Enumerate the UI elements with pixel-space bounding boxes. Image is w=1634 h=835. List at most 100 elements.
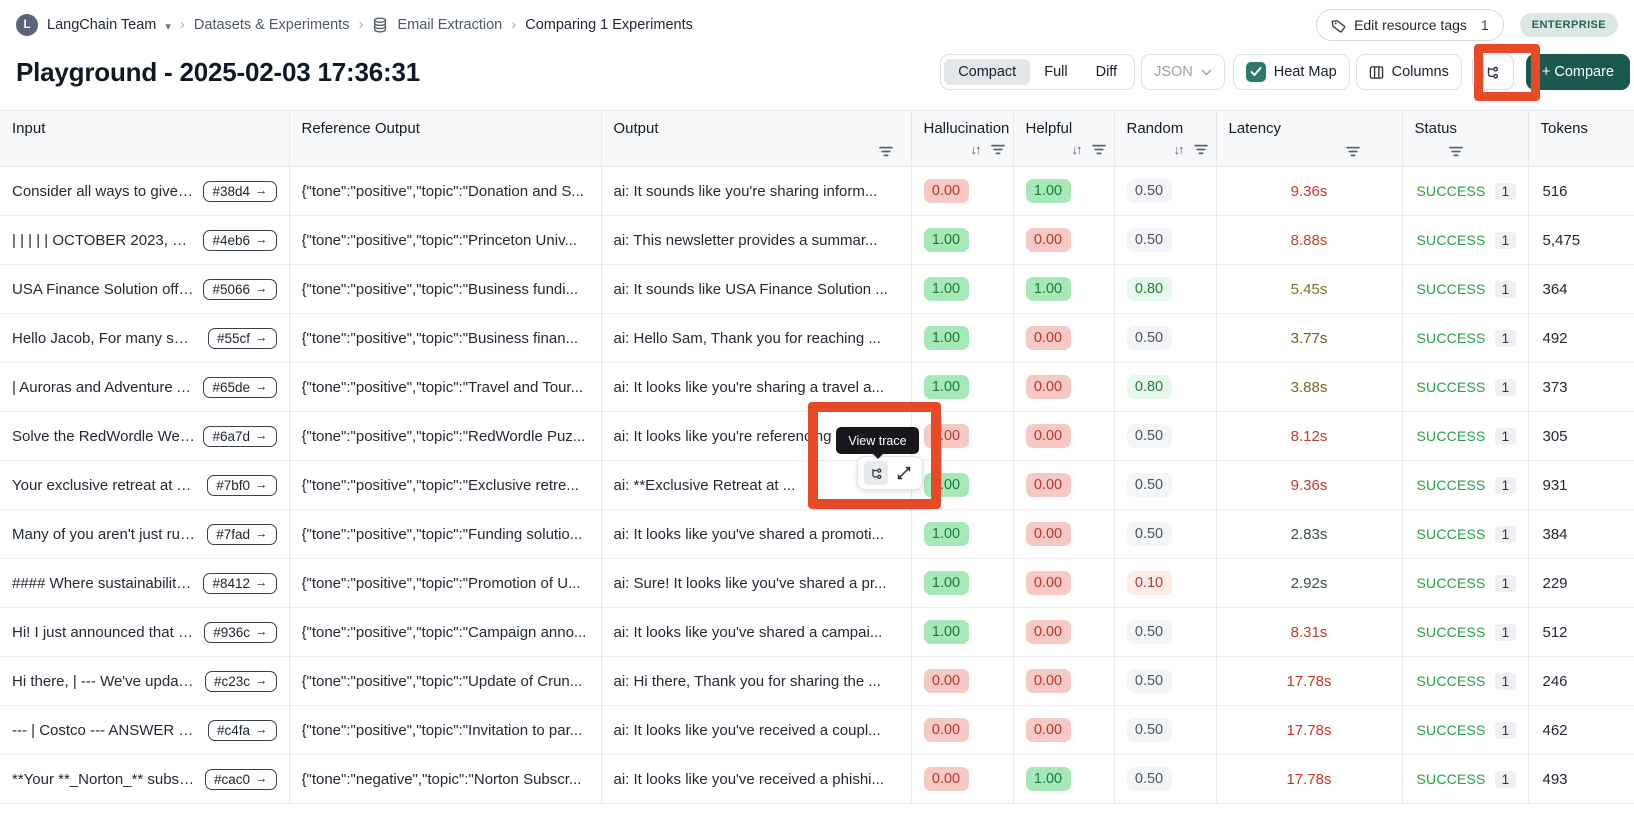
latency-cell[interactable]: 2.83s <box>1216 510 1402 559</box>
output-cell[interactable]: ai: It looks like you've received a coup… <box>601 706 911 755</box>
latency-cell[interactable]: 17.78s <box>1216 657 1402 706</box>
reference-output-cell[interactable]: {"tone":"positive","topic":"Travel and T… <box>289 363 601 412</box>
example-chip[interactable]: #55cf→ <box>208 328 277 349</box>
output-cell[interactable]: ai: It looks like you've shared a promot… <box>601 510 911 559</box>
reference-output-cell[interactable]: {"tone":"positive","topic":"Princeton Un… <box>289 216 601 265</box>
random-cell[interactable]: 0.50 <box>1114 755 1216 804</box>
table-row[interactable]: Consider all ways to give to...#38d4→{"t… <box>0 167 1634 216</box>
hallucination-cell[interactable]: 1.00 <box>911 314 1013 363</box>
status-cell[interactable]: SUCCESS1 <box>1402 755 1528 804</box>
example-chip[interactable]: #c23c→ <box>205 671 277 692</box>
status-cell[interactable]: SUCCESS1 <box>1402 559 1528 608</box>
filter-icon[interactable] <box>879 146 893 157</box>
hallucination-cell[interactable]: 1.00 <box>911 461 1013 510</box>
view-mode-full[interactable]: Full <box>1030 59 1081 85</box>
example-chip[interactable]: #cac0→ <box>205 769 277 790</box>
expand-row-button[interactable] <box>892 461 916 485</box>
columns-button[interactable]: Columns <box>1356 54 1462 90</box>
status-cell[interactable]: SUCCESS1 <box>1402 265 1528 314</box>
helpful-cell[interactable]: 0.00 <box>1013 314 1114 363</box>
chevron-down-icon[interactable]: ▾ <box>165 20 171 33</box>
breadcrumb-dataset[interactable]: Email Extraction <box>397 17 502 33</box>
status-cell[interactable]: SUCCESS1 <box>1402 216 1528 265</box>
helpful-cell[interactable]: 1.00 <box>1013 755 1114 804</box>
table-row[interactable]: | Auroras and Adventure A...#65de→{"tone… <box>0 363 1634 412</box>
filter-icon[interactable] <box>1194 144 1208 155</box>
hallucination-cell[interactable]: 0.00 <box>911 412 1013 461</box>
filter-icon[interactable] <box>1449 146 1463 157</box>
example-chip[interactable]: #7fad→ <box>207 524 276 545</box>
example-chip[interactable]: #6a7d→ <box>203 426 276 447</box>
latency-cell[interactable]: 5.45s <box>1216 265 1402 314</box>
example-chip[interactable]: #8412→ <box>203 573 276 594</box>
helpful-cell[interactable]: 0.00 <box>1013 461 1114 510</box>
sort-icon[interactable]: ↓↑ <box>971 142 980 157</box>
status-cell[interactable]: SUCCESS1 <box>1402 510 1528 559</box>
latency-cell[interactable]: 8.88s <box>1216 216 1402 265</box>
random-cell[interactable]: 0.50 <box>1114 706 1216 755</box>
helpful-cell[interactable]: 0.00 <box>1013 706 1114 755</box>
view-mode-compact[interactable]: Compact <box>944 59 1030 85</box>
example-chip[interactable]: #38d4→ <box>203 181 276 202</box>
random-cell[interactable]: 0.10 <box>1114 559 1216 608</box>
example-chip[interactable]: #5066→ <box>203 279 276 300</box>
table-row[interactable]: | | | | | OCTOBER 2023, VOL...#4eb6→{"to… <box>0 216 1634 265</box>
random-cell[interactable]: 0.50 <box>1114 412 1216 461</box>
table-row[interactable]: Hello Jacob, For many small...#55cf→{"to… <box>0 314 1634 363</box>
example-chip[interactable]: #c4fa→ <box>208 720 277 741</box>
table-row[interactable]: #### Where sustainability ...#8412→{"ton… <box>0 559 1634 608</box>
hallucination-cell[interactable]: 0.00 <box>911 706 1013 755</box>
table-row[interactable]: Solve the RedWordle We kn...#6a7d→{"tone… <box>0 412 1634 461</box>
input-cell[interactable]: Your exclusive retreat at Th...#7bf0→ <box>0 461 289 510</box>
random-cell[interactable]: 0.50 <box>1114 461 1216 510</box>
output-cell[interactable]: ai: This newsletter provides a summar... <box>601 216 911 265</box>
edit-resource-tags-button[interactable]: Edit resource tags 1 <box>1316 9 1504 41</box>
latency-cell[interactable]: 9.36s <box>1216 461 1402 510</box>
heat-map-toggle[interactable]: Heat Map <box>1233 54 1350 90</box>
output-cell[interactable]: ai: Hi there, Thank you for sharing the … <box>601 657 911 706</box>
org-avatar[interactable]: L <box>16 14 38 36</box>
hallucination-cell[interactable]: 0.00 <box>911 755 1013 804</box>
example-chip[interactable]: #7bf0→ <box>207 475 276 496</box>
helpful-cell[interactable]: 0.00 <box>1013 608 1114 657</box>
latency-cell[interactable]: 8.31s <box>1216 608 1402 657</box>
latency-cell[interactable]: 3.88s <box>1216 363 1402 412</box>
status-cell[interactable]: SUCCESS1 <box>1402 706 1528 755</box>
sort-icon[interactable]: ↓↑ <box>1174 142 1183 157</box>
input-cell[interactable]: Hi there, | --- We've update...#c23c→ <box>0 657 289 706</box>
reference-output-cell[interactable]: {"tone":"positive","topic":"RedWordle Pu… <box>289 412 601 461</box>
input-cell[interactable]: USA Finance Solution offer...#5066→ <box>0 265 289 314</box>
format-select[interactable]: JSON <box>1141 54 1225 90</box>
input-cell[interactable]: #### Where sustainability ...#8412→ <box>0 559 289 608</box>
reference-output-cell[interactable]: {"tone":"positive","topic":"Promotion of… <box>289 559 601 608</box>
hallucination-cell[interactable]: 0.00 <box>911 167 1013 216</box>
status-cell[interactable]: SUCCESS1 <box>1402 657 1528 706</box>
random-cell[interactable]: 0.50 <box>1114 216 1216 265</box>
latency-cell[interactable]: 3.77s <box>1216 314 1402 363</box>
output-cell[interactable]: ai: It looks like you've shared a campai… <box>601 608 911 657</box>
output-cell[interactable]: ai: It looks like you're sharing a trave… <box>601 363 911 412</box>
breadcrumb-org[interactable]: LangChain Team <box>47 17 156 33</box>
example-chip[interactable]: #936c→ <box>204 622 276 643</box>
output-cell[interactable]: ai: It sounds like you're sharing inform… <box>601 167 911 216</box>
example-chip[interactable]: #65de→ <box>203 377 276 398</box>
status-cell[interactable]: SUCCESS1 <box>1402 314 1528 363</box>
reference-output-cell[interactable]: {"tone":"positive","topic":"Business fun… <box>289 265 601 314</box>
table-row[interactable]: --- | Costco --- ANSWER & ...#c4fa→{"ton… <box>0 706 1634 755</box>
view-trace-button[interactable] <box>864 461 888 485</box>
reference-output-cell[interactable]: {"tone":"positive","topic":"Update of Cr… <box>289 657 601 706</box>
status-cell[interactable]: SUCCESS1 <box>1402 363 1528 412</box>
input-cell[interactable]: | | | | | OCTOBER 2023, VOL...#4eb6→ <box>0 216 289 265</box>
helpful-cell[interactable]: 1.00 <box>1013 265 1114 314</box>
random-cell[interactable]: 0.50 <box>1114 657 1216 706</box>
output-cell[interactable]: ai: It looks like you've received a phis… <box>601 755 911 804</box>
table-row[interactable]: Many of you aren't just runn...#7fad→{"t… <box>0 510 1634 559</box>
input-cell[interactable]: Many of you aren't just runn...#7fad→ <box>0 510 289 559</box>
filter-icon[interactable] <box>1092 144 1106 155</box>
table-row[interactable]: USA Finance Solution offer...#5066→{"ton… <box>0 265 1634 314</box>
random-cell[interactable]: 0.80 <box>1114 265 1216 314</box>
reference-output-cell[interactable]: {"tone":"positive","topic":"Business fin… <box>289 314 601 363</box>
input-cell[interactable]: | Auroras and Adventure A...#65de→ <box>0 363 289 412</box>
helpful-cell[interactable]: 0.00 <box>1013 510 1114 559</box>
latency-cell[interactable]: 2.92s <box>1216 559 1402 608</box>
